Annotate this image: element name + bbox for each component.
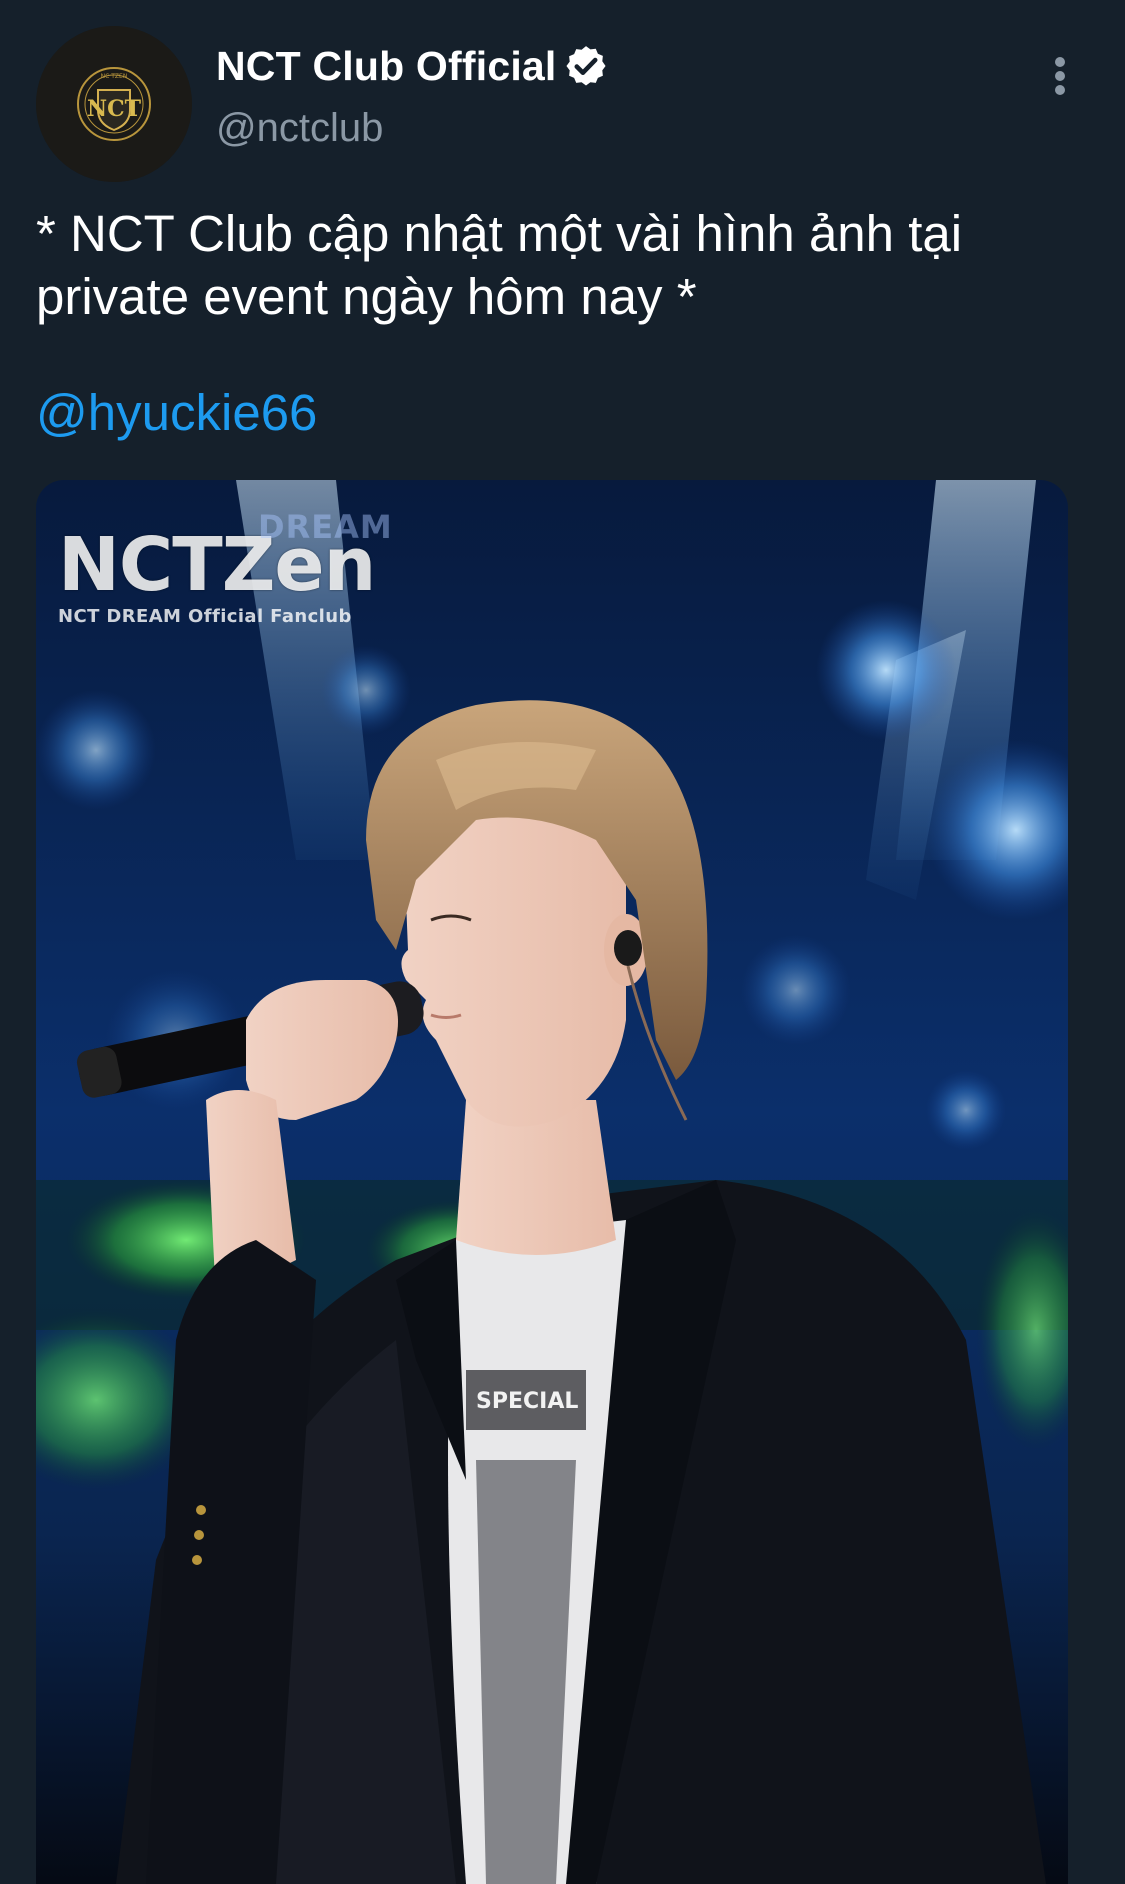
- display-name[interactable]: NCT Club Official: [216, 43, 557, 90]
- more-vertical-icon: [1055, 57, 1065, 95]
- more-options-button[interactable]: [1036, 48, 1084, 104]
- mention-link[interactable]: @hyuckie66: [36, 383, 317, 442]
- verified-badge-icon: [563, 43, 609, 89]
- nct-club-crest-logo: NCT NC TZEN: [36, 26, 192, 182]
- tweet-photo[interactable]: SPECIAL DREAM NCTZen NCT DREAM Official …: [36, 480, 1068, 1884]
- concert-photo: SPECIAL: [36, 480, 1068, 1884]
- shirt-print-text: SPECIAL: [476, 1389, 578, 1414]
- crest-top-text: NC TZEN: [101, 73, 128, 80]
- tweet-text: * NCT Club cập nhật một vài hình ảnh tại…: [36, 205, 963, 325]
- author-name-row: NCT Club Official: [216, 36, 609, 96]
- author-handle[interactable]: @nctclub: [216, 106, 383, 151]
- avatar[interactable]: NCT NC TZEN: [36, 26, 192, 182]
- crest-initials: NCT: [87, 96, 142, 122]
